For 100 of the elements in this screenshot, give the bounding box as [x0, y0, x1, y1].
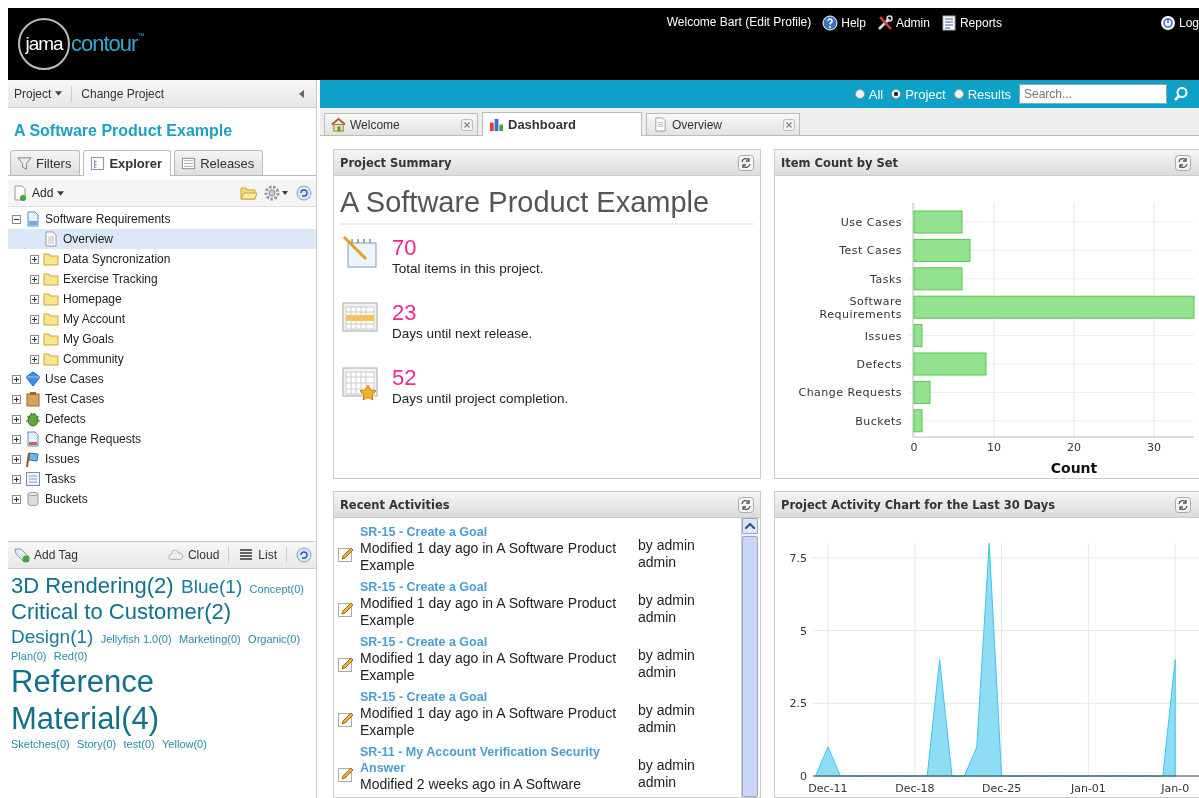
radio-button[interactable]: [854, 89, 865, 99]
tag-link[interactable]: Reference Material(4): [11, 662, 308, 738]
refresh-icon[interactable]: [296, 547, 312, 563]
expand-icon[interactable]: [30, 314, 39, 324]
pencil-icon: [338, 600, 354, 617]
activity-author: by admin admin: [638, 756, 696, 791]
activity-author: by admin admin: [638, 591, 696, 626]
radio-button[interactable]: [953, 89, 964, 99]
activity-author: by admin admin: [638, 646, 696, 681]
bar: [913, 210, 963, 234]
tab[interactable]: Overview: [646, 113, 800, 135]
bar: [913, 380, 931, 404]
expand-icon[interactable]: [30, 254, 39, 264]
chevron-up-icon[interactable]: [745, 523, 755, 529]
tab[interactable]: Explorer: [83, 150, 172, 176]
nav-link[interactable]: Log: [1178, 16, 1199, 30]
bar: [913, 409, 923, 433]
axis-tick-label: 2.5: [789, 697, 807, 711]
activity-text: Modified 1 day ago in A Software Product Example: [360, 539, 618, 574]
expand-icon[interactable]: [12, 414, 21, 424]
tree-item[interactable]: Overview: [8, 229, 316, 249]
tag-link[interactable]: Critical to Customer(2): [11, 599, 232, 626]
tree-item[interactable]: My Goals: [8, 329, 316, 349]
tag-link[interactable]: test(0): [123, 738, 155, 752]
tree-item[interactable]: Data Syncronization: [8, 249, 316, 269]
tag-link[interactable]: Jellyfish 1.0(0): [100, 632, 172, 646]
radio-button[interactable]: [891, 89, 902, 99]
tree-item[interactable]: Change Requests: [8, 429, 316, 449]
tag-link[interactable]: Design(1): [11, 625, 94, 649]
project-menu[interactable]: Project: [14, 86, 63, 101]
tab[interactable]: Dashboard: [482, 112, 642, 136]
list-button[interactable]: List: [238, 547, 277, 563]
tree-item[interactable]: Buckets: [8, 489, 316, 509]
nav-link[interactable]: Admin: [895, 16, 930, 30]
activity-author: by admin admin: [638, 536, 696, 571]
tag-link[interactable]: Sketches(0): [11, 738, 70, 752]
tab[interactable]: Welcome: [324, 113, 478, 135]
nav-link[interactable]: Reports: [959, 16, 1002, 30]
tree-item[interactable]: Test Cases: [8, 389, 316, 409]
nav-link[interactable]: Help: [841, 16, 866, 30]
tag-link[interactable]: Red(0): [53, 649, 88, 663]
tree-item[interactable]: Community: [8, 349, 316, 369]
expand-icon[interactable]: [30, 334, 39, 344]
expand-icon[interactable]: [12, 494, 21, 504]
tag-link[interactable]: Concept(0): [249, 583, 304, 597]
add-tag-button[interactable]: Add Tag: [14, 547, 78, 563]
expand-icon[interactable]: [12, 374, 21, 384]
cloud-icon: [167, 547, 184, 563]
axis-tick-label: Jan-0: [1161, 782, 1190, 795]
tag-link[interactable]: Organic(0): [248, 632, 301, 646]
tag-link[interactable]: 3D Rendering(2): [11, 573, 174, 600]
outline-icon: [90, 155, 106, 171]
expand-icon[interactable]: [12, 434, 21, 444]
tree-item[interactable]: Issues: [8, 449, 316, 469]
refresh-icon[interactable]: [1175, 496, 1191, 513]
refresh-icon[interactable]: [738, 496, 754, 513]
tag-link[interactable]: Plan(0): [11, 649, 47, 663]
bug-icon: [25, 411, 41, 427]
tree-item[interactable]: Use Cases: [8, 369, 316, 389]
expand-icon[interactable]: [12, 394, 21, 404]
house-icon: [331, 117, 346, 132]
search-icon[interactable]: [1173, 86, 1189, 102]
pencil-icon: [338, 545, 354, 562]
diamond-icon: [25, 371, 41, 387]
refresh-icon[interactable]: [1175, 154, 1191, 171]
search-field[interactable]: Search...: [1019, 84, 1167, 104]
tree-item[interactable]: Tasks: [8, 469, 316, 489]
tag-link[interactable]: Marketing(0): [179, 632, 241, 646]
refresh-icon[interactable]: [738, 154, 754, 171]
axis-tick-label: Dec-11: [808, 782, 848, 795]
collapse-icon[interactable]: [12, 214, 21, 224]
expand-icon[interactable]: [30, 294, 39, 304]
activity-author: by admin admin: [638, 701, 696, 736]
tree-item[interactable]: Defects: [8, 409, 316, 429]
close-icon[interactable]: [461, 118, 473, 131]
add-button[interactable]: Add: [12, 185, 65, 201]
refresh-icon[interactable]: [296, 185, 312, 201]
tag-link[interactable]: Story(0): [77, 738, 117, 752]
expand-icon[interactable]: [30, 354, 39, 364]
close-icon[interactable]: [783, 118, 795, 131]
expand-icon[interactable]: [12, 474, 21, 484]
caret-icon: [57, 190, 65, 196]
cloud-button[interactable]: Cloud: [167, 547, 220, 563]
category-label: Use Cases: [840, 216, 902, 229]
help-icon: [822, 15, 839, 31]
tab[interactable]: Releases: [174, 150, 264, 175]
expand-icon[interactable]: [12, 454, 21, 464]
tab[interactable]: Filters: [10, 150, 81, 175]
settings-icon[interactable]: [264, 185, 290, 201]
tag-link[interactable]: Blue(1): [181, 576, 243, 599]
portlet-title: Item Count by Set: [781, 155, 900, 170]
tree-item[interactable]: Software Requirements: [8, 209, 316, 229]
tree-item[interactable]: Homepage: [8, 289, 316, 309]
tree-item[interactable]: My Account: [8, 309, 316, 329]
scrollbar[interactable]: [741, 518, 758, 797]
flag-icon: [25, 451, 41, 467]
change-project-link[interactable]: Change Project: [81, 86, 165, 101]
tag-link[interactable]: Yellow(0): [162, 738, 207, 752]
tree-item[interactable]: Exercise Tracking: [8, 269, 316, 289]
expand-icon[interactable]: [30, 274, 39, 284]
